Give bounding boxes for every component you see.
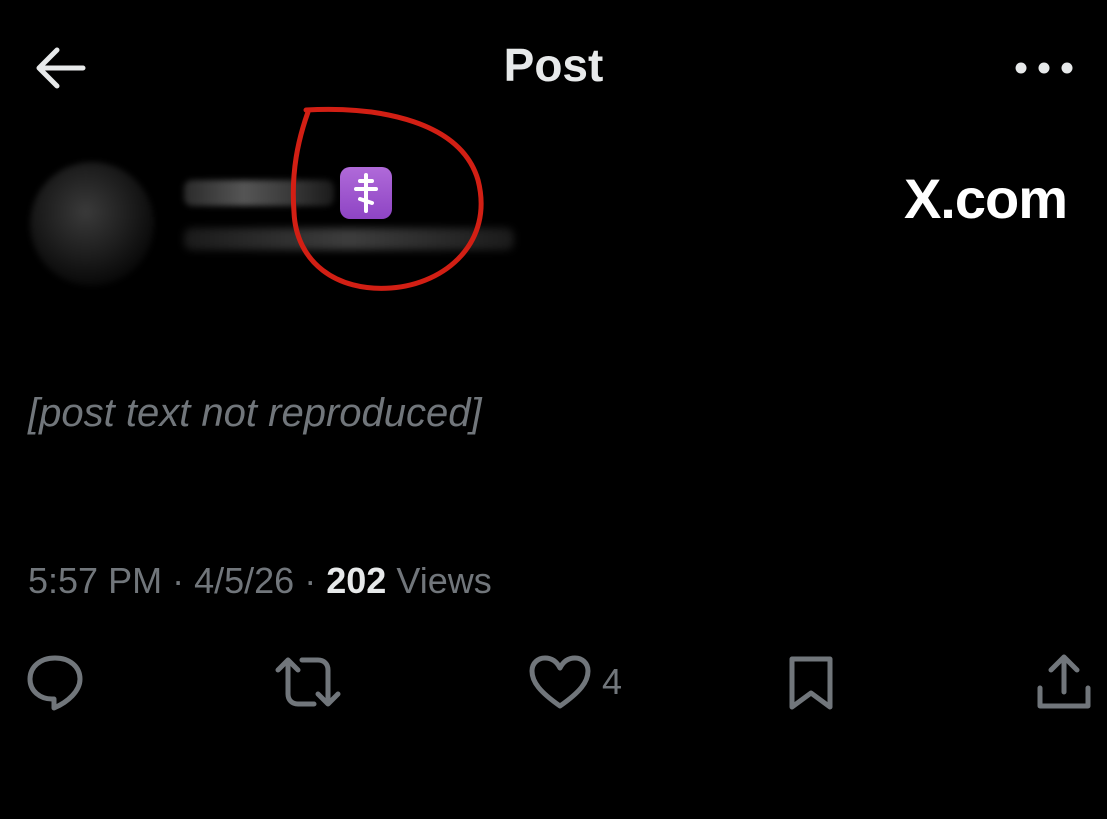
heart-icon — [529, 655, 591, 709]
like-count: 4 — [602, 661, 623, 702]
watermark-text: X.com — [903, 167, 1068, 230]
avatar[interactable] — [30, 162, 154, 286]
tweet-time[interactable]: 5:57 PM — [28, 560, 162, 601]
reply-button[interactable] — [24, 650, 86, 714]
like-button[interactable]: 4 — [528, 650, 622, 714]
bookmark-icon — [789, 656, 833, 710]
reply-icon — [27, 655, 83, 711]
author-header — [24, 106, 724, 291]
tweet-date[interactable]: 4/5/26 — [194, 560, 294, 601]
more-horizontal-icon — [1015, 62, 1073, 74]
more-options-button[interactable] — [1009, 44, 1079, 92]
author-name[interactable] — [184, 167, 392, 219]
redacted-handle[interactable] — [184, 228, 514, 250]
tweet-text-placeholder: [post text not reproduced] — [28, 391, 482, 435]
meta-separator: · — [172, 560, 185, 601]
bookmark-button[interactable] — [786, 650, 836, 714]
top-bar: Post — [0, 0, 1107, 134]
share-icon — [1037, 654, 1091, 709]
tweet-meta: 5:57 PM · 4/5/26 · 202 Views — [28, 560, 492, 602]
repost-icon — [275, 657, 341, 707]
redacted-name — [184, 180, 334, 206]
orthodox-cross-emoji-icon — [340, 167, 392, 219]
share-button[interactable] — [1034, 650, 1094, 714]
page-title: Post — [503, 39, 604, 91]
repost-button[interactable] — [272, 650, 344, 714]
meta-separator: · — [304, 560, 317, 601]
back-button[interactable] — [30, 40, 90, 96]
views-count[interactable]: 202 — [326, 560, 386, 601]
arrow-left-icon — [36, 47, 86, 89]
views-label[interactable]: Views — [396, 560, 491, 601]
action-bar: 4 — [0, 650, 1107, 714]
